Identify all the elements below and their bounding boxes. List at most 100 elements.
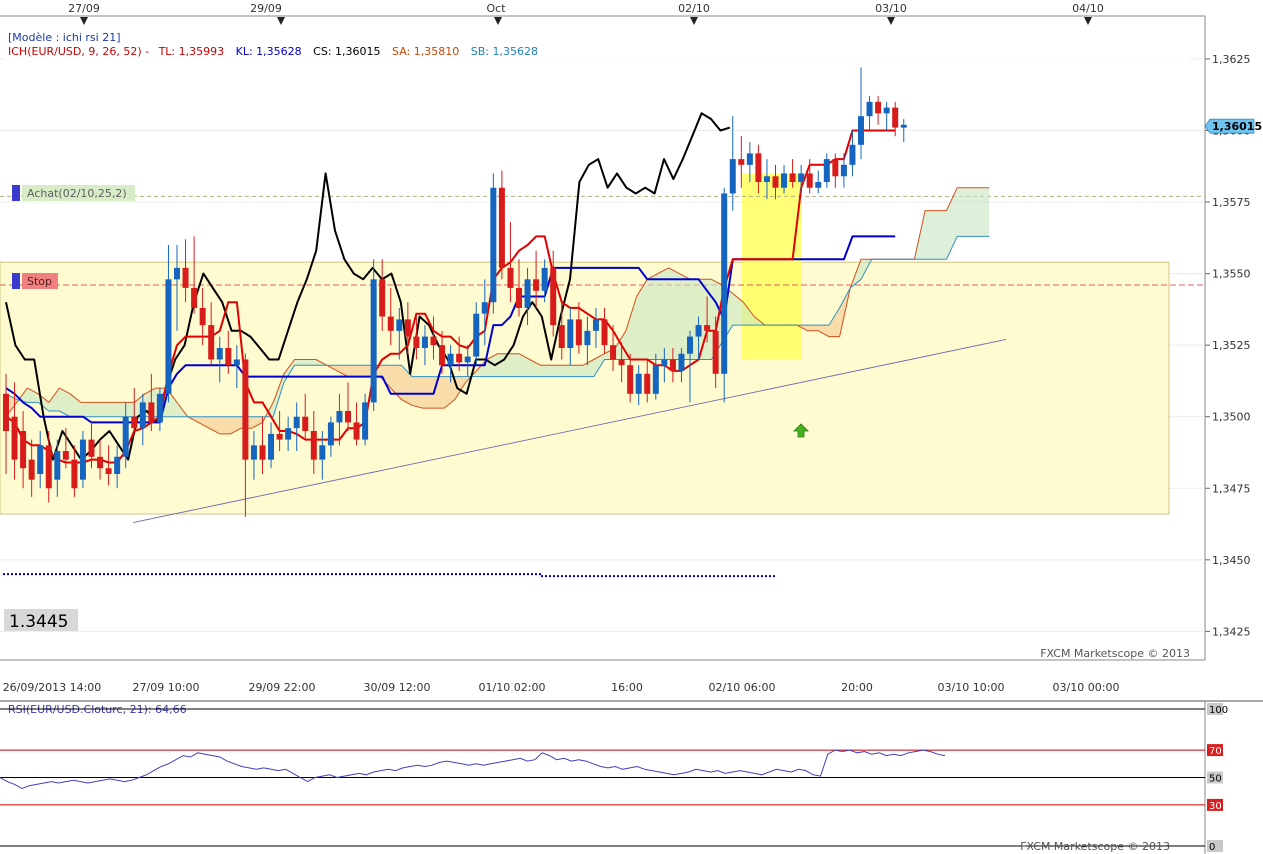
candle-body — [387, 316, 394, 331]
candle-body — [370, 279, 377, 403]
candle-body — [635, 373, 642, 394]
candle-body — [644, 373, 651, 394]
candle-body — [285, 428, 292, 440]
candle-body — [592, 319, 599, 331]
cloud-segment — [433, 376, 445, 409]
candle-body — [3, 393, 9, 432]
watermark-rsi: FXCM Marketscope © 2013 — [1020, 840, 1170, 853]
rsi-level-label: 100 — [1209, 705, 1228, 716]
candle-body — [182, 267, 189, 288]
candle-body — [156, 393, 163, 423]
candle-body — [883, 107, 890, 114]
candle-body — [558, 325, 565, 349]
candle-body — [473, 313, 480, 357]
candle-body — [567, 319, 574, 349]
cloud-segment — [348, 365, 359, 377]
candle-body — [199, 307, 206, 326]
stop-flag — [12, 273, 20, 289]
candle-body — [704, 325, 711, 331]
cloud-segment — [935, 210, 947, 260]
watermark-main: FXCM Marketscope © 2013 — [1040, 647, 1190, 660]
candle-body — [208, 325, 215, 360]
candle-body — [832, 159, 839, 177]
candle-body — [327, 422, 334, 446]
bottom-axis-label: 01/10 02:00 — [479, 681, 546, 694]
candle-body — [481, 302, 488, 314]
candle-body — [618, 359, 625, 366]
candle-body — [45, 445, 52, 489]
price-tick-label: 1,3475 — [1212, 482, 1251, 495]
achat-flag — [12, 185, 20, 201]
cloud-segment — [957, 187, 968, 237]
bottom-axis-label: 03/10 10:00 — [938, 681, 1005, 694]
candle-body — [806, 173, 813, 188]
candle-body — [148, 402, 155, 423]
cloud-segment — [967, 187, 979, 237]
current-price-label: 1,36015 — [1212, 120, 1262, 133]
candle-body — [712, 330, 719, 374]
cloud-segment — [412, 376, 423, 409]
stop-marker[interactable]: Stop — [12, 273, 58, 289]
candle-body — [54, 451, 61, 480]
candle-body — [20, 431, 27, 469]
cs-label: CS: 1,36015 — [313, 45, 380, 58]
chart-legend: [Modèle : ichi rsi 21] ICH(EUR/USD, 9, 2… — [4, 30, 1190, 60]
candle-body — [216, 348, 223, 360]
cloud-segment — [551, 365, 562, 377]
top-axis-label: 29/09 — [250, 2, 282, 15]
candle-body — [302, 416, 309, 432]
candle-body — [404, 319, 411, 337]
candle-body — [37, 445, 44, 474]
candle-body — [746, 153, 753, 165]
achat-label: Achat(02/10,25,2) — [27, 187, 127, 200]
risk-zone — [0, 261, 1170, 515]
cloud-segment — [657, 267, 669, 360]
candle-body — [71, 459, 78, 489]
cloud-segment — [112, 402, 124, 417]
candle-body — [798, 173, 805, 183]
ichimoku-chart: 27/09 29/09 Oct 02/10 03/10 04/10 1,3625… — [0, 0, 1263, 854]
candle-body — [781, 173, 788, 188]
candle-body — [379, 279, 386, 317]
achat-entry-box — [742, 173, 802, 360]
candle-body — [430, 336, 437, 346]
candle-body — [336, 410, 343, 423]
candle-body — [413, 336, 420, 349]
candle-body — [345, 410, 351, 423]
candle-body — [233, 359, 240, 366]
rsi-level-label: 0 — [1209, 842, 1215, 853]
level-box-value: 1.3445 — [9, 612, 68, 632]
tl-label: TL: 1,35993 — [158, 45, 225, 58]
candle-body — [661, 359, 668, 366]
cloud-segment — [294, 359, 306, 366]
top-axis-label: 27/09 — [68, 2, 100, 15]
price-tick-label: 1,3550 — [1212, 268, 1251, 281]
top-axis-label: Oct — [486, 2, 506, 15]
cloud-segment — [925, 210, 936, 260]
candle-body — [293, 416, 300, 429]
legend-line: ICH(EUR/USD, 9, 26, 52) - TL: 1,35993 KL… — [8, 45, 538, 58]
price-tick-label: 1,3425 — [1212, 625, 1251, 638]
candle-body — [729, 159, 736, 194]
price-tick-label: 1,3525 — [1212, 339, 1251, 352]
candle-body — [191, 287, 198, 308]
candle-body — [122, 416, 129, 457]
sa-label: SA: 1,35810 — [392, 45, 459, 58]
kl-label: KL: 1,35628 — [236, 45, 302, 58]
candle-body — [541, 267, 548, 291]
candle-body — [858, 116, 864, 145]
candle-body — [490, 187, 497, 303]
candle-body — [62, 451, 69, 460]
achat-marker[interactable]: Achat(02/10,25,2) — [12, 185, 135, 201]
cloud-segment — [219, 416, 231, 434]
bottom-axis-label: 26/09/2013 14:00 — [3, 681, 102, 694]
stop-label: Stop — [27, 275, 52, 288]
candle-body — [840, 164, 847, 177]
candle-body — [524, 279, 531, 308]
candle-body — [464, 356, 471, 363]
rsi-level-label: 70 — [1209, 746, 1222, 757]
cloud-segment — [91, 402, 103, 417]
candle-body — [139, 402, 146, 429]
bottom-axis-label: 03/10 00:00 — [1053, 681, 1120, 694]
cloud-segment — [422, 376, 434, 409]
